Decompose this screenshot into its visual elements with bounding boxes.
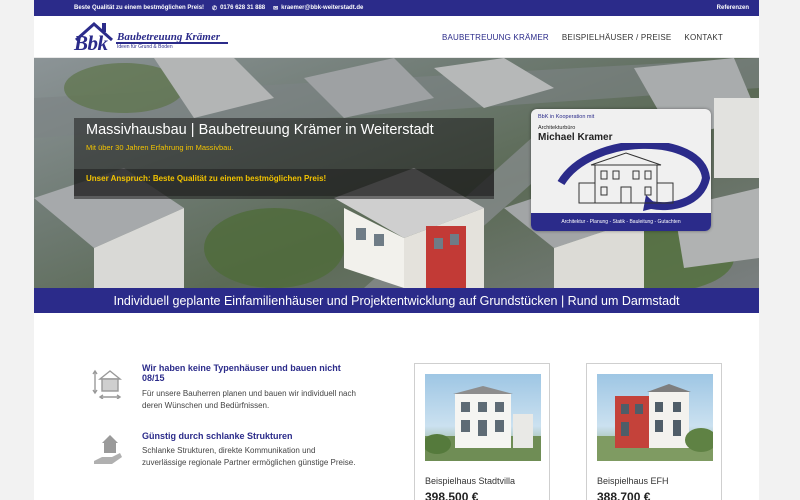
nav-item-baubetreuung[interactable]: BAUBETREUUNG KRÄMER (442, 33, 549, 42)
logo[interactable]: Bbk Baubetreuung Krämer Ideen für Grund … (72, 18, 232, 56)
card-price: 388.700 € (597, 490, 651, 500)
logo-short: Bbk (74, 31, 108, 55)
hero-subtitle: Mit über 30 Jahren Erfahrung im Massivba… (86, 143, 234, 152)
office-label: Architekturbüro (538, 125, 576, 131)
house-hand-icon (94, 435, 122, 464)
page: Beste Qualität zu einem bestmöglichen Pr… (34, 0, 759, 500)
cooperation-badge[interactable]: BbK in Kooperation mit Architekturbüro M… (531, 109, 711, 231)
stadtvilla-image (425, 386, 541, 461)
efh-photo (597, 374, 713, 461)
services-strip: Architektur - Planung - Statik - Bauleit… (531, 213, 711, 231)
hero-title: Massivhausbau | Baubetreuung Krämer in W… (86, 122, 434, 138)
references-link[interactable]: Referenzen (717, 5, 749, 11)
architect-name: Michael Kramer (538, 132, 613, 143)
topbar-slogan: Beste Qualität zu einem bestmöglichen Pr… (74, 5, 205, 11)
topbar-phone[interactable]: ✆ 0176 628 31 888 (212, 5, 265, 12)
main-nav: BAUBETREUUNG KRÄMER BEISPIELHÄUSER / PRE… (429, 16, 723, 58)
feature-title: Günstig durch schlanke Strukturen (142, 431, 293, 441)
logo-tagline: Ideen für Grund & Boden (117, 44, 173, 50)
cooperation-label: BbK in Kooperation mit (538, 114, 595, 120)
hero-headline-band: Individuell geplante Einfamilienhäuser u… (34, 288, 759, 313)
stadtvilla-photo (425, 374, 541, 461)
nav-item-kontakt[interactable]: KONTAKT (684, 33, 723, 42)
topbar-email[interactable]: ✉ kraemer@bbk-weiterstadt.de (273, 5, 363, 12)
architect-house-drawing-icon (557, 143, 711, 211)
feature-title: Wir haben keine Typenhäuser und bauen ni… (142, 363, 341, 383)
phone-icon: ✆ (212, 5, 218, 12)
card-name: Beispielhaus EFH (597, 476, 669, 486)
card-price: 398.500 € (425, 490, 479, 500)
example-house-card-efh[interactable]: Beispielhaus EFH 388.700 € (586, 363, 722, 500)
hero-claim: Unser Anspruch: Beste Qualität zu einem … (86, 174, 327, 183)
house-measure-icon (92, 369, 122, 399)
efh-image (597, 384, 713, 461)
feature-text: Für unsere Bauherren planen und bauen wi… (142, 389, 356, 410)
feature-individual: Wir haben keine Typenhäuser und bauen ni… (90, 363, 360, 423)
feature-text: Schlanke Strukturen, direkte Kommunikati… (142, 446, 356, 467)
feature-structures: Günstig durch schlanke Strukturen Schlan… (90, 431, 360, 491)
nav-item-beispielhaeuser[interactable]: BEISPIELHÄUSER / PREISE (562, 33, 672, 42)
example-house-card-stadtvilla[interactable]: Beispielhaus Stadtvilla 398.500 € (414, 363, 550, 500)
phone-number: 0176 628 31 888 (220, 5, 266, 11)
hero-banner: Massivhausbau | Baubetreuung Krämer in W… (34, 58, 759, 288)
site-header: Bbk Baubetreuung Krämer Ideen für Grund … (34, 16, 759, 58)
card-name: Beispielhaus Stadtvilla (425, 476, 516, 486)
top-bar: Beste Qualität zu einem bestmöglichen Pr… (34, 0, 759, 16)
mail-icon: ✉ (273, 5, 279, 12)
email-address: kraemer@bbk-weiterstadt.de (281, 5, 364, 11)
